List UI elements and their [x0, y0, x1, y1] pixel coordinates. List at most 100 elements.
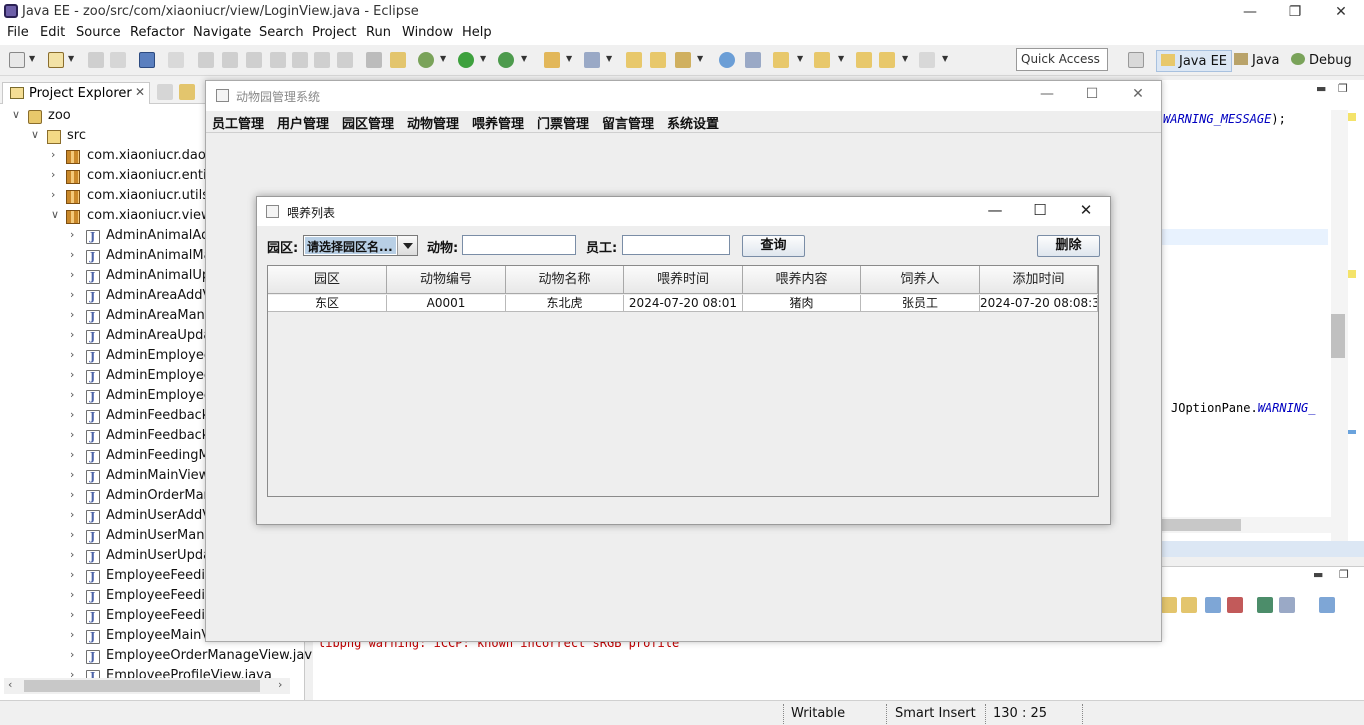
console-toolbar-icon[interactable]: [1161, 597, 1177, 613]
debug-dropdown-icon[interactable]: ▼: [440, 54, 448, 64]
chevron-right-icon[interactable]: ›: [70, 368, 74, 381]
table-cell[interactable]: 2024-07-20 08:01: [624, 295, 743, 312]
run-dropdown-icon[interactable]: ▼: [480, 54, 488, 64]
prev-annotation-dropdown-icon[interactable]: ▼: [838, 54, 846, 64]
next-annotation-icon[interactable]: [773, 52, 789, 68]
skip-breakpoints-icon[interactable]: [168, 52, 184, 68]
minimize-view-icon[interactable]: ▬: [1316, 82, 1326, 95]
menu-feedback-management[interactable]: 留言管理: [602, 113, 654, 132]
menu-file[interactable]: File: [7, 25, 29, 40]
column-header[interactable]: 喂养时间: [624, 266, 743, 294]
chevron-right-icon[interactable]: ›: [70, 508, 74, 521]
chevron-down-icon[interactable]: ∨: [31, 128, 39, 141]
suspend-icon[interactable]: [222, 52, 238, 68]
quick-access-field[interactable]: Quick Access: [1016, 48, 1108, 71]
column-header[interactable]: 饲养人: [861, 266, 980, 294]
delete-button[interactable]: 删除: [1037, 235, 1100, 257]
menu-area-management[interactable]: 园区管理: [342, 113, 394, 132]
zoo-maximize-button[interactable]: ☐: [1077, 86, 1107, 106]
tab-project-explorer[interactable]: Project Explorer ✕: [2, 82, 150, 104]
new-web-dropdown-icon[interactable]: ▼: [606, 54, 614, 64]
feeding-maximize-button[interactable]: ☐: [1025, 201, 1055, 221]
menu-employee-management[interactable]: 员工管理: [212, 113, 264, 132]
table-cell[interactable]: 张员工: [861, 295, 980, 312]
save-icon[interactable]: [88, 52, 104, 68]
menu-search[interactable]: Search: [259, 25, 304, 40]
console-toolbar-icon[interactable]: [1257, 597, 1273, 613]
step-over-icon[interactable]: [314, 52, 330, 68]
menu-help[interactable]: Help: [462, 25, 492, 40]
console-toolbar-icon[interactable]: [1319, 597, 1335, 613]
open-resource-icon[interactable]: [650, 52, 666, 68]
collapse-all-icon[interactable]: [157, 84, 173, 100]
feeding-minimize-button[interactable]: —: [980, 201, 1010, 221]
horizontal-scrollbar[interactable]: ‹ ›: [4, 678, 290, 694]
column-header[interactable]: 园区: [268, 266, 387, 294]
console-icon[interactable]: [139, 52, 155, 68]
annotation-icon[interactable]: [745, 52, 761, 68]
menu-edit[interactable]: Edit: [40, 25, 65, 40]
chevron-right-icon[interactable]: ›: [70, 248, 74, 261]
menu-run[interactable]: Run: [366, 25, 391, 40]
chevron-right-icon[interactable]: ›: [70, 528, 74, 541]
forward-icon[interactable]: [919, 52, 935, 68]
console-toolbar-icon[interactable]: [1227, 597, 1243, 613]
new-web-icon[interactable]: [584, 52, 600, 68]
browser-icon[interactable]: [719, 52, 735, 68]
menu-window[interactable]: Window: [402, 25, 453, 40]
chevron-down-icon[interactable]: ∨: [12, 108, 20, 121]
new-dropdown-icon[interactable]: ▼: [29, 54, 37, 64]
build-icon[interactable]: [390, 52, 406, 68]
scroll-left-icon[interactable]: ‹: [8, 678, 12, 691]
run-server-dropdown-icon[interactable]: ▼: [521, 54, 529, 64]
chevron-right-icon[interactable]: ›: [70, 648, 74, 661]
scroll-right-icon[interactable]: ›: [278, 678, 282, 691]
chevron-right-icon[interactable]: ›: [51, 148, 55, 161]
toggle-icon[interactable]: [366, 52, 382, 68]
scrollbar-thumb[interactable]: [1161, 519, 1241, 531]
scrollbar-thumb[interactable]: [24, 680, 260, 692]
chevron-right-icon[interactable]: ›: [70, 628, 74, 641]
area-select[interactable]: 请选择园区名...: [303, 235, 418, 256]
chevron-right-icon[interactable]: ›: [70, 548, 74, 561]
new-project-icon[interactable]: [48, 52, 64, 68]
feeding-close-button[interactable]: ✕: [1071, 201, 1101, 221]
column-header[interactable]: 动物名称: [506, 266, 624, 294]
chevron-right-icon[interactable]: ›: [70, 428, 74, 441]
table-cell[interactable]: 2024-07-20 08:08:31: [980, 295, 1098, 312]
last-edit-icon[interactable]: [856, 52, 872, 68]
chevron-right-icon[interactable]: ›: [70, 488, 74, 501]
search-dropdown-icon[interactable]: ▼: [697, 54, 705, 64]
chevron-right-icon[interactable]: ›: [51, 188, 55, 201]
menu-feeding-management[interactable]: 喂养管理: [472, 113, 524, 132]
maximize-view-icon[interactable]: ❐: [1339, 568, 1349, 581]
step-into-icon[interactable]: [292, 52, 308, 68]
minimize-view-icon[interactable]: ▬: [1313, 568, 1323, 581]
open-perspective-icon[interactable]: [1128, 52, 1144, 68]
minimize-button[interactable]: —: [1236, 2, 1264, 22]
chevron-right-icon[interactable]: ›: [70, 408, 74, 421]
search-icon[interactable]: [675, 52, 691, 68]
animal-input[interactable]: [462, 235, 576, 255]
chevron-right-icon[interactable]: ›: [70, 468, 74, 481]
vertical-scrollbar[interactable]: [1331, 110, 1348, 542]
run-server-icon[interactable]: [498, 52, 514, 68]
back-icon[interactable]: [879, 52, 895, 68]
console-toolbar-icon[interactable]: [1181, 597, 1197, 613]
zoo-minimize-button[interactable]: —: [1032, 86, 1062, 106]
close-tab-icon[interactable]: ✕: [135, 85, 145, 99]
zoo-close-button[interactable]: ✕: [1123, 86, 1153, 106]
perspective-java[interactable]: Java: [1234, 50, 1279, 72]
chevron-right-icon[interactable]: ›: [70, 268, 74, 281]
new-project-dropdown-icon[interactable]: ▼: [68, 54, 76, 64]
chevron-right-icon[interactable]: ›: [70, 568, 74, 581]
menu-ticket-management[interactable]: 门票管理: [537, 113, 589, 132]
java-editor[interactable]: WARNING_MESSAGE); JOptionPane.WARNING_: [1161, 80, 1364, 556]
chevron-right-icon[interactable]: ›: [70, 348, 74, 361]
maximize-view-icon[interactable]: ❐: [1338, 82, 1348, 95]
chevron-down-icon[interactable]: [397, 236, 417, 255]
chevron-right-icon[interactable]: ›: [70, 308, 74, 321]
perspective-javaee[interactable]: Java EE: [1156, 50, 1233, 72]
next-annotation-dropdown-icon[interactable]: ▼: [797, 54, 805, 64]
menu-user-management[interactable]: 用户管理: [277, 113, 329, 132]
